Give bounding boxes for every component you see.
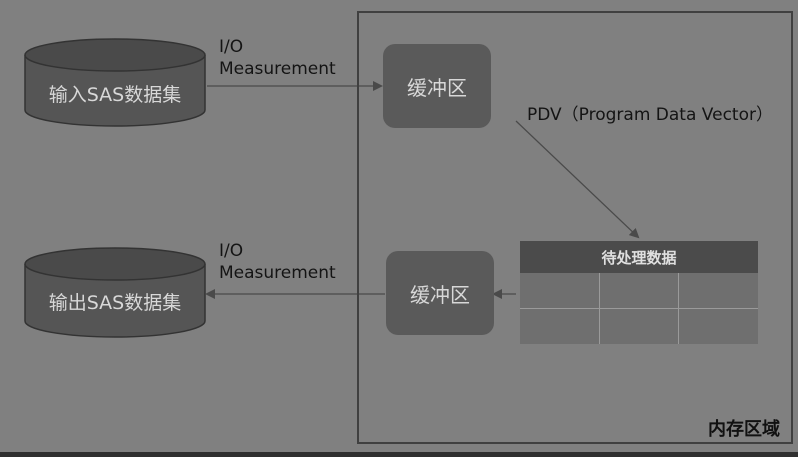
buffer-box-top: 缓冲区 — [383, 44, 491, 128]
io-label-line1: I/O — [219, 241, 244, 261]
io-label-line2: Measurement — [219, 59, 336, 79]
pending-data-table: 待处理数据 — [520, 241, 758, 344]
pdv-label: PDV（Program Data Vector） — [527, 105, 773, 125]
buffer-box-bottom: 缓冲区 — [386, 251, 494, 335]
pending-data-header: 待处理数据 — [520, 241, 758, 273]
io-measurement-label-top: I/O Measurement — [219, 36, 336, 80]
pending-data-grid — [520, 273, 758, 344]
table-cell — [599, 309, 679, 344]
bottom-border — [0, 452, 798, 457]
table-cell — [520, 273, 599, 308]
table-cell — [679, 273, 758, 308]
table-cell — [520, 309, 599, 344]
io-label-line1: I/O — [219, 37, 244, 57]
io-measurement-label-bottom: I/O Measurement — [219, 240, 336, 284]
output-database-label: 输出SAS数据集 — [48, 292, 182, 314]
table-cell — [599, 273, 679, 308]
io-label-line2: Measurement — [219, 263, 336, 283]
table-cell — [679, 309, 758, 344]
input-database-label: 输入SAS数据集 — [48, 84, 182, 106]
memory-region-label: 内存区域 — [708, 419, 780, 440]
